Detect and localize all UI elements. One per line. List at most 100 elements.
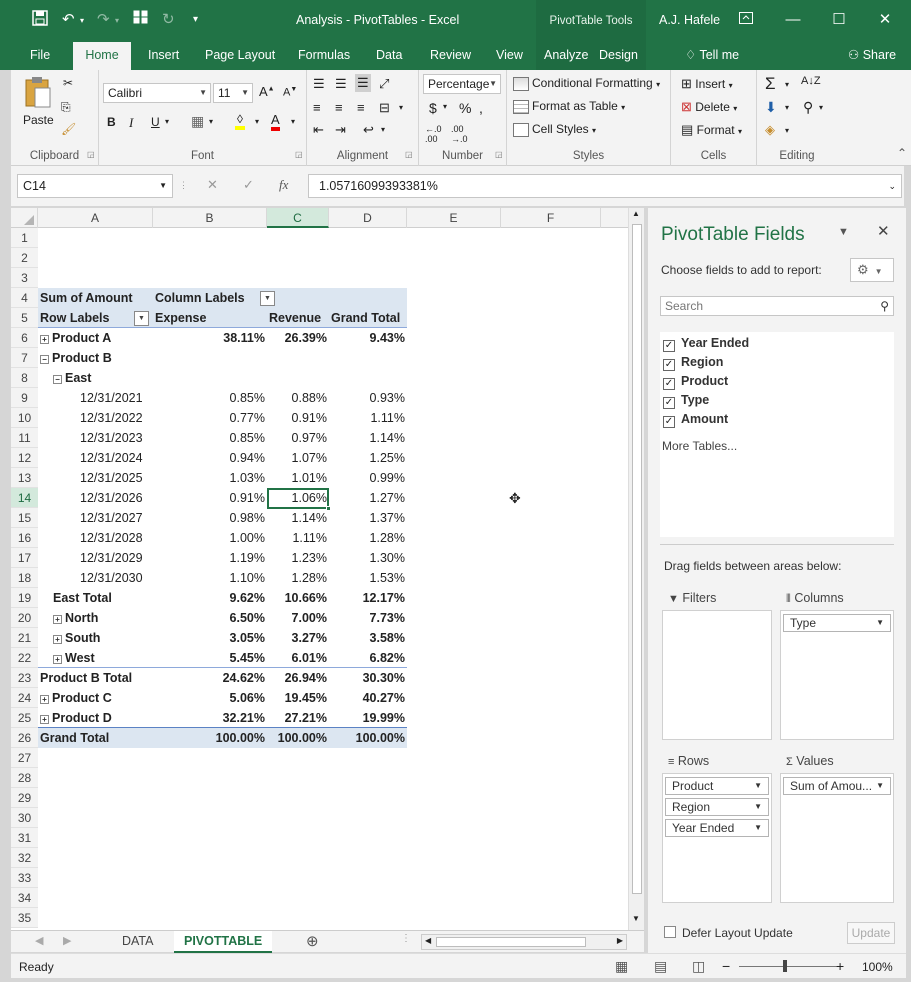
- pivot-value-cell[interactable]: 40.27%: [329, 688, 407, 708]
- pivot-row-label[interactable]: 12/31/2022: [78, 408, 145, 428]
- row-header[interactable]: 3: [11, 268, 38, 288]
- row-header[interactable]: 32: [11, 848, 38, 868]
- pivot-value-cell[interactable]: 1.14%: [329, 428, 407, 448]
- fill-icon[interactable]: ⬇: [765, 99, 777, 116]
- pivot-row-label[interactable]: + North: [51, 608, 100, 628]
- decrease-font-icon[interactable]: A▼: [283, 86, 297, 99]
- field-type[interactable]: ✓ Type: [663, 393, 709, 409]
- normal-view-icon[interactable]: ▦: [615, 958, 628, 975]
- pivot-value-cell[interactable]: 1.19%: [153, 548, 267, 568]
- find-dropdown-icon[interactable]: ▾: [819, 103, 823, 112]
- zoom-out-icon[interactable]: −: [722, 958, 730, 974]
- expand-icon[interactable]: +: [53, 615, 62, 624]
- bold-icon[interactable]: B: [107, 115, 116, 129]
- page-layout-view-icon[interactable]: ▤: [654, 958, 667, 975]
- vertical-scrollbar[interactable]: ▲ ▼: [628, 208, 644, 930]
- row-header[interactable]: 30: [11, 808, 38, 828]
- currency-icon[interactable]: $: [429, 100, 437, 116]
- cancel-entry-icon[interactable]: ✕: [207, 177, 218, 193]
- checkbox-checked-icon[interactable]: ✓: [663, 359, 675, 371]
- pivot-row-label[interactable]: + Product C: [38, 688, 114, 708]
- align-left-icon[interactable]: ≡: [313, 100, 321, 115]
- pane-options-icon[interactable]: ▼: [838, 226, 849, 238]
- clear-icon[interactable]: ◈: [765, 122, 775, 138]
- pivot-value-cell[interactable]: 6.01%: [267, 648, 329, 668]
- expand-icon[interactable]: +: [40, 695, 49, 704]
- find-select-icon[interactable]: ⚲: [803, 99, 813, 116]
- column-header-d[interactable]: D: [329, 208, 407, 228]
- pivot-value-cell[interactable]: 3.27%: [267, 628, 329, 648]
- fill-color-icon[interactable]: ◊: [235, 112, 245, 130]
- row-header[interactable]: 21: [11, 628, 38, 648]
- save-icon[interactable]: [32, 10, 48, 30]
- font-size-dropdown[interactable]: 11 ▼: [213, 83, 253, 103]
- tab-design[interactable]: Design: [591, 42, 646, 70]
- pivot-value-cell[interactable]: 1.23%: [267, 548, 329, 568]
- pivot-row-label[interactable]: 12/31/2027: [78, 508, 145, 528]
- cut-icon[interactable]: ✂: [63, 76, 73, 90]
- pivot-value-cell[interactable]: 1.28%: [267, 568, 329, 588]
- redo-icon[interactable]: ↷: [97, 10, 110, 28]
- row-header[interactable]: 4: [11, 288, 38, 308]
- tools-button[interactable]: ⚙ ▼: [850, 258, 894, 282]
- horizontal-scrollbar[interactable]: ◀ ▶: [421, 934, 627, 950]
- pivot-value-cell[interactable]: 32.21%: [153, 708, 267, 728]
- name-box[interactable]: C14 ▼: [17, 174, 173, 198]
- expand-icon[interactable]: +: [53, 655, 62, 664]
- scroll-left-icon[interactable]: ◀: [425, 936, 431, 945]
- pivot-value-cell[interactable]: 1.25%: [329, 448, 407, 468]
- zoom-slider-thumb[interactable]: [783, 960, 787, 972]
- pivot-row-label[interactable]: 12/31/2021: [78, 388, 145, 408]
- redo-dropdown-icon[interactable]: ▾: [115, 16, 119, 25]
- sort-filter-icon[interactable]: A↓Z: [801, 75, 821, 87]
- pivot-row-label[interactable]: Grand Total: [38, 728, 111, 748]
- ribbon-display-icon[interactable]: [736, 10, 756, 30]
- pivot-value-cell[interactable]: [267, 348, 329, 368]
- row-header[interactable]: 11: [11, 428, 38, 448]
- pivot-value-cell[interactable]: 1.01%: [267, 468, 329, 488]
- checkbox-checked-icon[interactable]: ✓: [663, 397, 675, 409]
- tell-me-search[interactable]: ♢ Tell me: [677, 42, 747, 70]
- insert-cells-button[interactable]: ⊞ Insert ▾: [681, 76, 733, 92]
- row-header[interactable]: 13: [11, 468, 38, 488]
- row-header[interactable]: 27: [11, 748, 38, 768]
- formula-input[interactable]: 1.05716099393381% ⌄: [308, 174, 902, 198]
- pivot-row-label[interactable]: + Product A: [38, 328, 113, 348]
- decrease-indent-icon[interactable]: ⇤: [313, 122, 324, 138]
- row-header[interactable]: 33: [11, 868, 38, 888]
- scroll-right-icon[interactable]: ▶: [617, 936, 623, 945]
- row-header[interactable]: 16: [11, 528, 38, 548]
- tab-page-layout[interactable]: Page Layout: [197, 42, 283, 70]
- merge-center-icon[interactable]: ⊟: [379, 100, 390, 116]
- pivot-value-cell[interactable]: 1.11%: [267, 528, 329, 548]
- rows-field-product[interactable]: Product ▼: [665, 777, 769, 795]
- pivot-value-cell[interactable]: 1.53%: [329, 568, 407, 588]
- row-header[interactable]: 26: [11, 728, 38, 748]
- pivot-value-cell[interactable]: 0.91%: [153, 488, 267, 508]
- pivot-value-cell[interactable]: 100.00%: [153, 728, 267, 748]
- refresh-icon[interactable]: ↻: [162, 10, 175, 28]
- pivot-row-label[interactable]: 12/31/2030: [78, 568, 145, 588]
- prev-sheet-icon[interactable]: ◀: [35, 934, 43, 947]
- pivot-value-cell[interactable]: [329, 368, 407, 388]
- currency-dropdown-icon[interactable]: ▾: [443, 102, 447, 111]
- collapse-icon[interactable]: −: [40, 355, 49, 364]
- values-area[interactable]: Sum of Amou... ▼: [780, 773, 894, 903]
- row-header[interactable]: 24: [11, 688, 38, 708]
- pivot-value-cell[interactable]: 38.11%: [153, 328, 267, 348]
- row-labels-label[interactable]: Row Labels: [38, 308, 111, 328]
- expand-icon[interactable]: +: [40, 715, 49, 724]
- borders-dropdown-icon[interactable]: ▾: [209, 117, 213, 126]
- pivot-row-label[interactable]: + Product D: [38, 708, 114, 728]
- tab-view[interactable]: View: [488, 42, 531, 70]
- pivot-value-cell[interactable]: 24.62%: [153, 668, 267, 688]
- select-all-corner[interactable]: [11, 208, 38, 228]
- pivot-value-cell[interactable]: 9.43%: [329, 328, 407, 348]
- header-grand-total[interactable]: Grand Total: [329, 308, 407, 328]
- underline-icon[interactable]: U: [151, 115, 160, 129]
- row-header[interactable]: 1: [11, 228, 38, 248]
- row-header[interactable]: 17: [11, 548, 38, 568]
- pivot-value-cell[interactable]: 1.00%: [153, 528, 267, 548]
- pivot-value-cell[interactable]: 0.77%: [153, 408, 267, 428]
- pivot-value-cell[interactable]: 1.11%: [329, 408, 407, 428]
